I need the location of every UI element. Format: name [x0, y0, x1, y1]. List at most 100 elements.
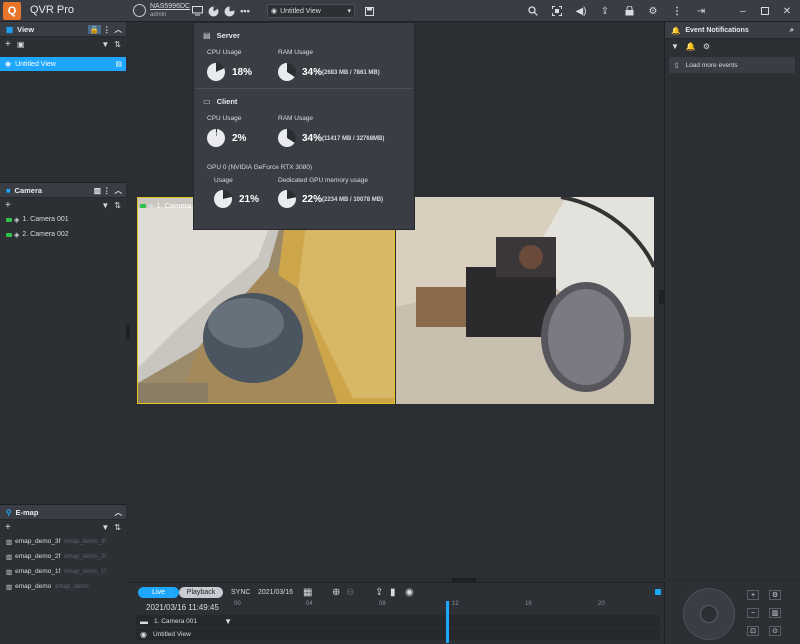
fullscreen-icon[interactable] [550, 4, 564, 18]
gpu-title: GPU 0 (NVIDIA GeForce RTX 3080) [207, 164, 312, 171]
current-datetime: 2021/03/16 11:49:45 [146, 603, 219, 612]
zoom-in-button[interactable]: + [747, 590, 759, 600]
upload-icon[interactable]: ⇪ [598, 4, 612, 18]
monitor-icon[interactable] [190, 4, 204, 18]
save-icon[interactable] [362, 4, 376, 18]
timeline-row[interactable]: ▬ 1. Camera 001 ▼ [136, 615, 660, 627]
view-options-icon[interactable]: ⋮ [103, 25, 111, 34]
sync-button[interactable]: SYNC [231, 589, 250, 596]
event-toolbar: ▼ 🔔 ⚙ [665, 39, 800, 53]
timeline-playhead[interactable] [446, 601, 449, 643]
export-icon[interactable]: ⇪ [375, 587, 383, 598]
lock-view-icon[interactable]: 🔒 [87, 24, 101, 34]
view-panel: ▦ View 🔒 ⋮ ︿ + ▣ ▼ ⇅ [0, 22, 126, 182]
ptz-joystick[interactable] [683, 588, 735, 640]
filter-icon[interactable]: ▼ [671, 42, 679, 51]
divider [194, 88, 414, 89]
camera-list-item[interactable]: ◈ 1. Camera 001 [0, 212, 126, 227]
zoom-in-icon[interactable]: ⊕ [332, 587, 340, 598]
timeline-ruler[interactable]: 00 04 08 12 16 20 [234, 601, 664, 613]
view-list-item[interactable]: ◉ Untitled View ▤ [0, 57, 126, 71]
camera-list-item[interactable]: ◈ 2. Camera 002 [0, 227, 126, 242]
calendar-icon[interactable]: ▦ [303, 587, 312, 598]
camera-item-label: 2. Camera 002 [22, 231, 69, 238]
view-item-label: Untitled View [15, 60, 56, 68]
filter-icon[interactable]: ▼ [101, 40, 109, 49]
eye-icon: ◉ [271, 8, 278, 15]
collapse-icon[interactable]: ︿ [115, 185, 123, 196]
camera-icon: ▬ [140, 616, 148, 626]
zoom-out-icon[interactable]: ⊖ [346, 587, 354, 598]
client-cpu-label: CPU Usage [207, 115, 242, 122]
filter-icon[interactable]: ▼ [101, 201, 109, 210]
record-icon[interactable]: ◉ [405, 587, 414, 598]
camera-toolbar: + ▼ ⇅ [0, 198, 126, 212]
logout-icon[interactable]: ⇥ [694, 4, 708, 18]
kebab-menu-icon[interactable]: ⋮ [670, 4, 684, 18]
camera-tile[interactable] [396, 197, 654, 404]
timeline-row[interactable]: ◉ Untitled View [136, 628, 660, 640]
gpu-usage-icon[interactable] [222, 4, 236, 18]
search-icon[interactable] [526, 4, 540, 18]
lock-icon[interactable] [622, 4, 636, 18]
settings-gear-icon[interactable]: ⚙ [703, 42, 710, 51]
camera-grid-icon[interactable]: ▥ [94, 186, 101, 195]
collapse-icon[interactable]: ︿ [115, 24, 123, 35]
eye-icon: ◉ [140, 629, 147, 639]
add-view-button[interactable]: + [5, 39, 11, 50]
more-options-button[interactable]: ••• [238, 4, 252, 18]
hour-label: 20 [598, 601, 605, 607]
map-icon: ▥ [6, 568, 13, 576]
filter-icon[interactable]: ▼ [224, 617, 232, 626]
ptz-panel: + ⚙ − ▥ ⊡ ⊙ [664, 582, 800, 644]
chevron-down-icon: ▾ [347, 8, 351, 15]
timeline-panel: Live Playback SYNC 2021/03/16 ▦ ⊕ ⊖ ⇪ ▮ … [130, 582, 664, 644]
delete-icon[interactable]: ▥ [769, 608, 781, 618]
save-view-icon[interactable]: ▤ [115, 60, 122, 68]
maximize-icon[interactable] [758, 4, 772, 18]
left-panel-collapse-handle[interactable] [126, 325, 130, 339]
ptz-settings-icon[interactable]: ⚙ [769, 590, 781, 600]
bookmark-icon[interactable]: ▮ [390, 587, 396, 598]
add-emap-button[interactable]: + [5, 522, 11, 533]
settings-gear-icon[interactable]: ⚙ [646, 4, 660, 18]
bell-settings-icon[interactable]: 🔔 [686, 42, 696, 51]
live-tab[interactable]: Live [138, 587, 179, 598]
sort-icon[interactable]: ⇅ [114, 523, 121, 532]
grid-layout-icon[interactable]: ▣ [17, 40, 25, 49]
close-icon[interactable]: ✕ [780, 4, 794, 18]
emap-list-item[interactable]: ▥ emap_demo_3f emap_demo_3f [0, 534, 126, 549]
filter-icon[interactable]: ▼ [101, 523, 109, 532]
minimize-icon[interactable]: – [736, 4, 750, 18]
cpu-usage-icon[interactable] [206, 4, 220, 18]
emap-list-item[interactable]: ▥ emap_demo_2f emap_demo_2f [0, 549, 126, 564]
sort-icon[interactable]: ⇅ [114, 201, 121, 210]
view-selector[interactable]: ◉ Untitled View ▾ [267, 4, 355, 18]
speaker-icon[interactable]: ◀) [574, 4, 588, 18]
collapse-icon[interactable]: ︿ [115, 507, 123, 518]
add-camera-button[interactable]: + [5, 200, 11, 211]
emap-list-item[interactable]: ▥ emap_demo emap_demo [0, 579, 126, 594]
sort-icon[interactable]: ⇅ [114, 40, 121, 49]
title-bar: Q QVR Pro NAS5996DC admin ••• ◉ Untitled… [0, 0, 800, 22]
user-avatar-icon[interactable] [133, 4, 146, 17]
view-panel-header: ▦ View 🔒 ⋮ ︿ [0, 22, 126, 37]
focus-button[interactable]: ⊡ [747, 626, 759, 636]
app-title: QVR Pro [30, 4, 75, 16]
view-toolbar: + ▣ ▼ ⇅ [0, 37, 126, 51]
search-icon[interactable]: ⌕ [790, 25, 794, 35]
camera-options-icon[interactable]: ⋮ [103, 186, 111, 195]
hour-label: 08 [379, 601, 386, 607]
capture-button[interactable]: ⊙ [769, 626, 781, 636]
playback-tab[interactable]: Playback [179, 587, 223, 598]
timeline-settings-icon[interactable] [655, 589, 661, 595]
ptz-center-button[interactable] [700, 605, 718, 623]
timeline-row-label: Untitled View [152, 630, 191, 638]
emap-list-item[interactable]: ▥ emap_demo_1f emap_demo_1f [0, 564, 126, 579]
load-more-events-button[interactable]: ▯ Load more events [669, 57, 795, 73]
gpu-mem-value: 22% [302, 194, 323, 205]
server-cpu-value: 18% [232, 67, 253, 78]
load-more-label: Load more events [685, 61, 738, 69]
user-name[interactable]: NAS5996DC [150, 3, 190, 10]
zoom-out-button[interactable]: − [747, 608, 759, 618]
